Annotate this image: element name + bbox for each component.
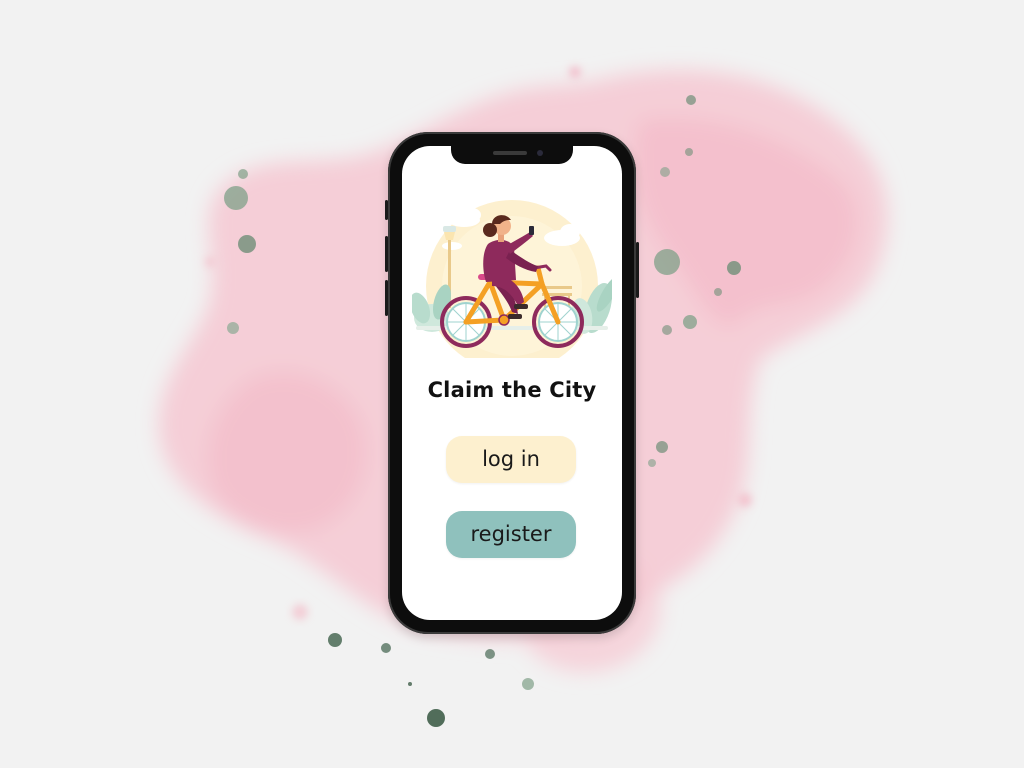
- stage: Claim the City log in register: [0, 0, 1024, 768]
- phone-volume-up-button: [385, 236, 388, 272]
- front-camera: [537, 150, 543, 156]
- phone-screen: Claim the City log in register: [402, 146, 622, 620]
- phone-power-button: [636, 242, 639, 298]
- phone-mute-switch: [385, 200, 388, 220]
- phone-notch: [451, 146, 573, 164]
- register-button[interactable]: register: [446, 511, 576, 558]
- phone-volume-down-button: [385, 280, 388, 316]
- phone-mockup: Claim the City log in register: [385, 132, 639, 634]
- app-title: Claim the City: [427, 378, 597, 402]
- login-button[interactable]: log in: [446, 436, 576, 483]
- woman-riding-bicycle-illustration: [412, 200, 612, 358]
- speaker-grille: [493, 151, 527, 155]
